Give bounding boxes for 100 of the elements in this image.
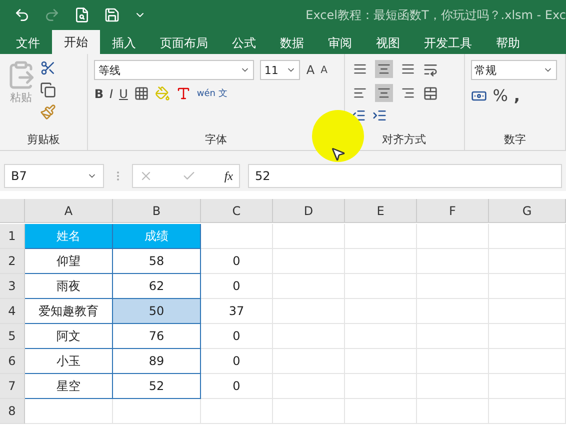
borders-icon[interactable] <box>134 86 149 101</box>
table-cell <box>345 324 417 349</box>
ribbon-tab[interactable]: 开始 <box>52 30 100 54</box>
table-cell <box>201 224 273 249</box>
row-header[interactable]: 1 <box>0 224 25 249</box>
name-box[interactable]: B7 <box>4 164 104 188</box>
table-cell: 62 <box>113 274 201 299</box>
number-format-field[interactable]: 常规 <box>470 60 557 80</box>
table-cell: 76 <box>113 324 201 349</box>
table-cell: 89 <box>113 349 201 374</box>
table-cell <box>273 374 345 399</box>
column-header[interactable]: B <box>113 199 201 223</box>
table-cell: 小玉 <box>25 349 113 374</box>
merge-icon[interactable] <box>422 86 438 100</box>
row-header[interactable]: 4 <box>0 299 25 324</box>
fill-color-icon[interactable] <box>154 86 170 101</box>
table-cell: 52 <box>113 374 201 399</box>
ribbon-tab[interactable]: 视图 <box>364 32 412 54</box>
table-cell <box>417 374 489 399</box>
table-cell <box>417 349 489 374</box>
format-painter-icon[interactable] <box>40 104 56 120</box>
phonetic-button[interactable]: wén 文 <box>196 87 228 100</box>
ribbon-tab[interactable]: 公式 <box>220 32 268 54</box>
ribbon-tab[interactable]: 帮助 <box>484 32 532 54</box>
align-button[interactable] <box>374 84 393 102</box>
table-cell <box>273 349 345 374</box>
table-cell: 姓名 <box>25 224 113 249</box>
column-header[interactable]: A <box>25 199 113 223</box>
comma-button[interactable]: , <box>514 86 520 105</box>
ribbon-tab[interactable]: 开发工具 <box>412 32 484 54</box>
window-title: Excel教程：最短函数T，你玩过吗？.xlsm - Exc <box>306 6 566 24</box>
table-cell <box>417 299 489 324</box>
table-cell <box>345 374 417 399</box>
column-header[interactable]: F <box>417 199 489 223</box>
column-header[interactable]: G <box>489 199 566 223</box>
group-label: 对齐方式 <box>381 132 428 148</box>
font-name-field[interactable]: 等线 <box>94 60 254 80</box>
row-header[interactable]: 3 <box>0 274 25 299</box>
table-cell <box>273 249 345 274</box>
undo-icon[interactable] <box>14 7 30 23</box>
table-cell: 爱知趣教育 <box>25 299 113 324</box>
table-cell: 阿文 <box>25 324 113 349</box>
table-cell: 仰望 <box>25 249 113 274</box>
column-header[interactable]: C <box>201 199 273 223</box>
table-cell <box>417 224 489 249</box>
table-cell <box>273 299 345 324</box>
table-cell <box>273 399 345 424</box>
table-cell <box>417 324 489 349</box>
table-cell: 0 <box>201 274 273 299</box>
save-icon[interactable] <box>104 7 120 23</box>
indent-increase-icon[interactable] <box>372 108 387 123</box>
table-cell <box>345 249 417 274</box>
percent-button[interactable]: % <box>492 86 508 105</box>
grow-font-button[interactable]: A <box>306 63 315 77</box>
table-cell: 50 <box>113 299 201 324</box>
table-cell <box>273 324 345 349</box>
row-header[interactable]: 6 <box>0 349 25 374</box>
table-cell <box>417 249 489 274</box>
table-cell <box>345 274 417 299</box>
table-cell: 0 <box>201 324 273 349</box>
italic-button[interactable]: I <box>110 86 114 100</box>
table-cell <box>417 399 489 424</box>
ribbon-tab[interactable]: 数据 <box>268 32 316 54</box>
group-label: 剪贴板 <box>26 132 62 148</box>
table-cell <box>273 224 345 249</box>
table-cell: 0 <box>201 349 273 374</box>
print-preview-icon[interactable] <box>74 7 90 23</box>
table-cell: 58 <box>113 249 201 274</box>
row-header[interactable]: 5 <box>0 324 25 349</box>
table-cell <box>345 224 417 249</box>
table-cell <box>345 349 417 374</box>
copy-icon[interactable] <box>40 82 56 98</box>
row-header[interactable]: 8 <box>0 399 25 424</box>
row-header[interactable]: 2 <box>0 249 25 274</box>
table-cell: 星空 <box>25 374 113 399</box>
wrap-text-icon[interactable] <box>422 62 438 76</box>
row-header[interactable]: 7 <box>0 374 25 399</box>
shrink-font-button[interactable]: A <box>320 64 328 76</box>
table-cell: 0 <box>201 374 273 399</box>
column-header[interactable]: E <box>345 199 417 223</box>
table-cell: 0 <box>201 249 273 274</box>
table-cell <box>345 299 417 324</box>
ribbon-tab[interactable]: 审阅 <box>316 32 364 54</box>
table-cell <box>417 274 489 299</box>
group-label: 数字 <box>502 132 527 148</box>
ribbon-tab[interactable]: 插入 <box>100 32 148 54</box>
ribbon-tab[interactable]: 文件 <box>4 32 52 54</box>
group-label: 字体 <box>204 132 228 148</box>
font-size-field[interactable]: 11 <box>260 60 300 80</box>
cut-icon[interactable] <box>40 60 56 76</box>
ribbon-tab[interactable]: 页面布局 <box>148 32 220 54</box>
insert-function-button[interactable]: fx <box>224 168 233 184</box>
table-cell: 雨夜 <box>25 274 113 299</box>
formula-field[interactable]: 52 <box>248 164 562 188</box>
underline-button[interactable]: U <box>119 86 128 100</box>
bold-button[interactable]: B <box>94 86 104 100</box>
align-button[interactable] <box>374 60 393 78</box>
table-cell: 成绩 <box>113 224 201 249</box>
font-color-icon[interactable] <box>176 86 191 101</box>
column-header[interactable]: D <box>273 199 345 223</box>
